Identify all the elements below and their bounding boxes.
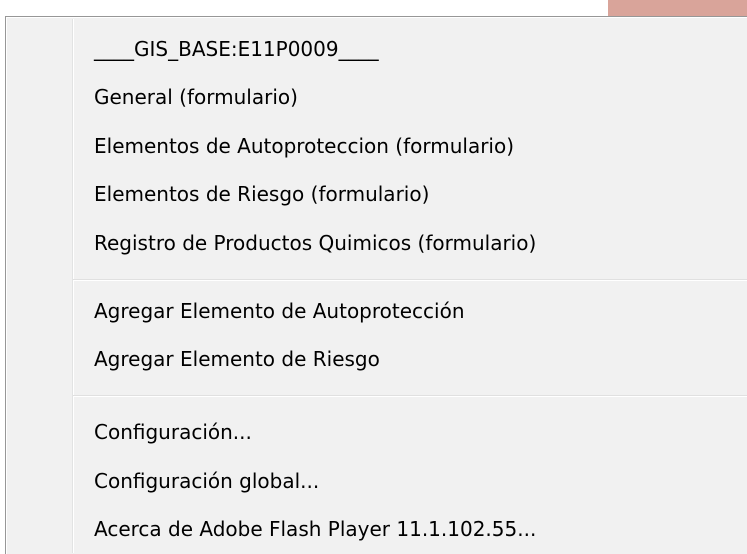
menu-item-self-protection-form[interactable]: Elementos de Autoproteccion (formulario) [94, 122, 514, 170]
menu-item-global-settings[interactable]: Configuración global... [94, 457, 319, 505]
context-menu: ____GIS_BASE:E11P0009____ General (formu… [5, 16, 747, 554]
menu-item-risk-elements-form[interactable]: Elementos de Riesgo (formulario) [94, 170, 429, 218]
menu-item-settings[interactable]: Configuración... [94, 408, 252, 456]
background-window-edge [608, 0, 747, 16]
menu-item-gis-base-id[interactable]: ____GIS_BASE:E11P0009____ [94, 25, 379, 73]
menu-item-chemical-products-form[interactable]: Registro de Productos Quimicos (formular… [94, 219, 536, 267]
menu-separator [73, 279, 747, 281]
menu-item-add-self-protection-element[interactable]: Agregar Elemento de Autoprotección [94, 287, 465, 335]
menu-item-about-flash-player[interactable]: Acerca de Adobe Flash Player 11.1.102.55… [94, 505, 536, 553]
menu-item-add-risk-element[interactable]: Agregar Elemento de Riesgo [94, 335, 380, 383]
menu-icon-gutter-highlight [73, 19, 74, 553]
menu-item-general-form[interactable]: General (formulario) [94, 73, 298, 121]
menu-separator [73, 395, 747, 397]
